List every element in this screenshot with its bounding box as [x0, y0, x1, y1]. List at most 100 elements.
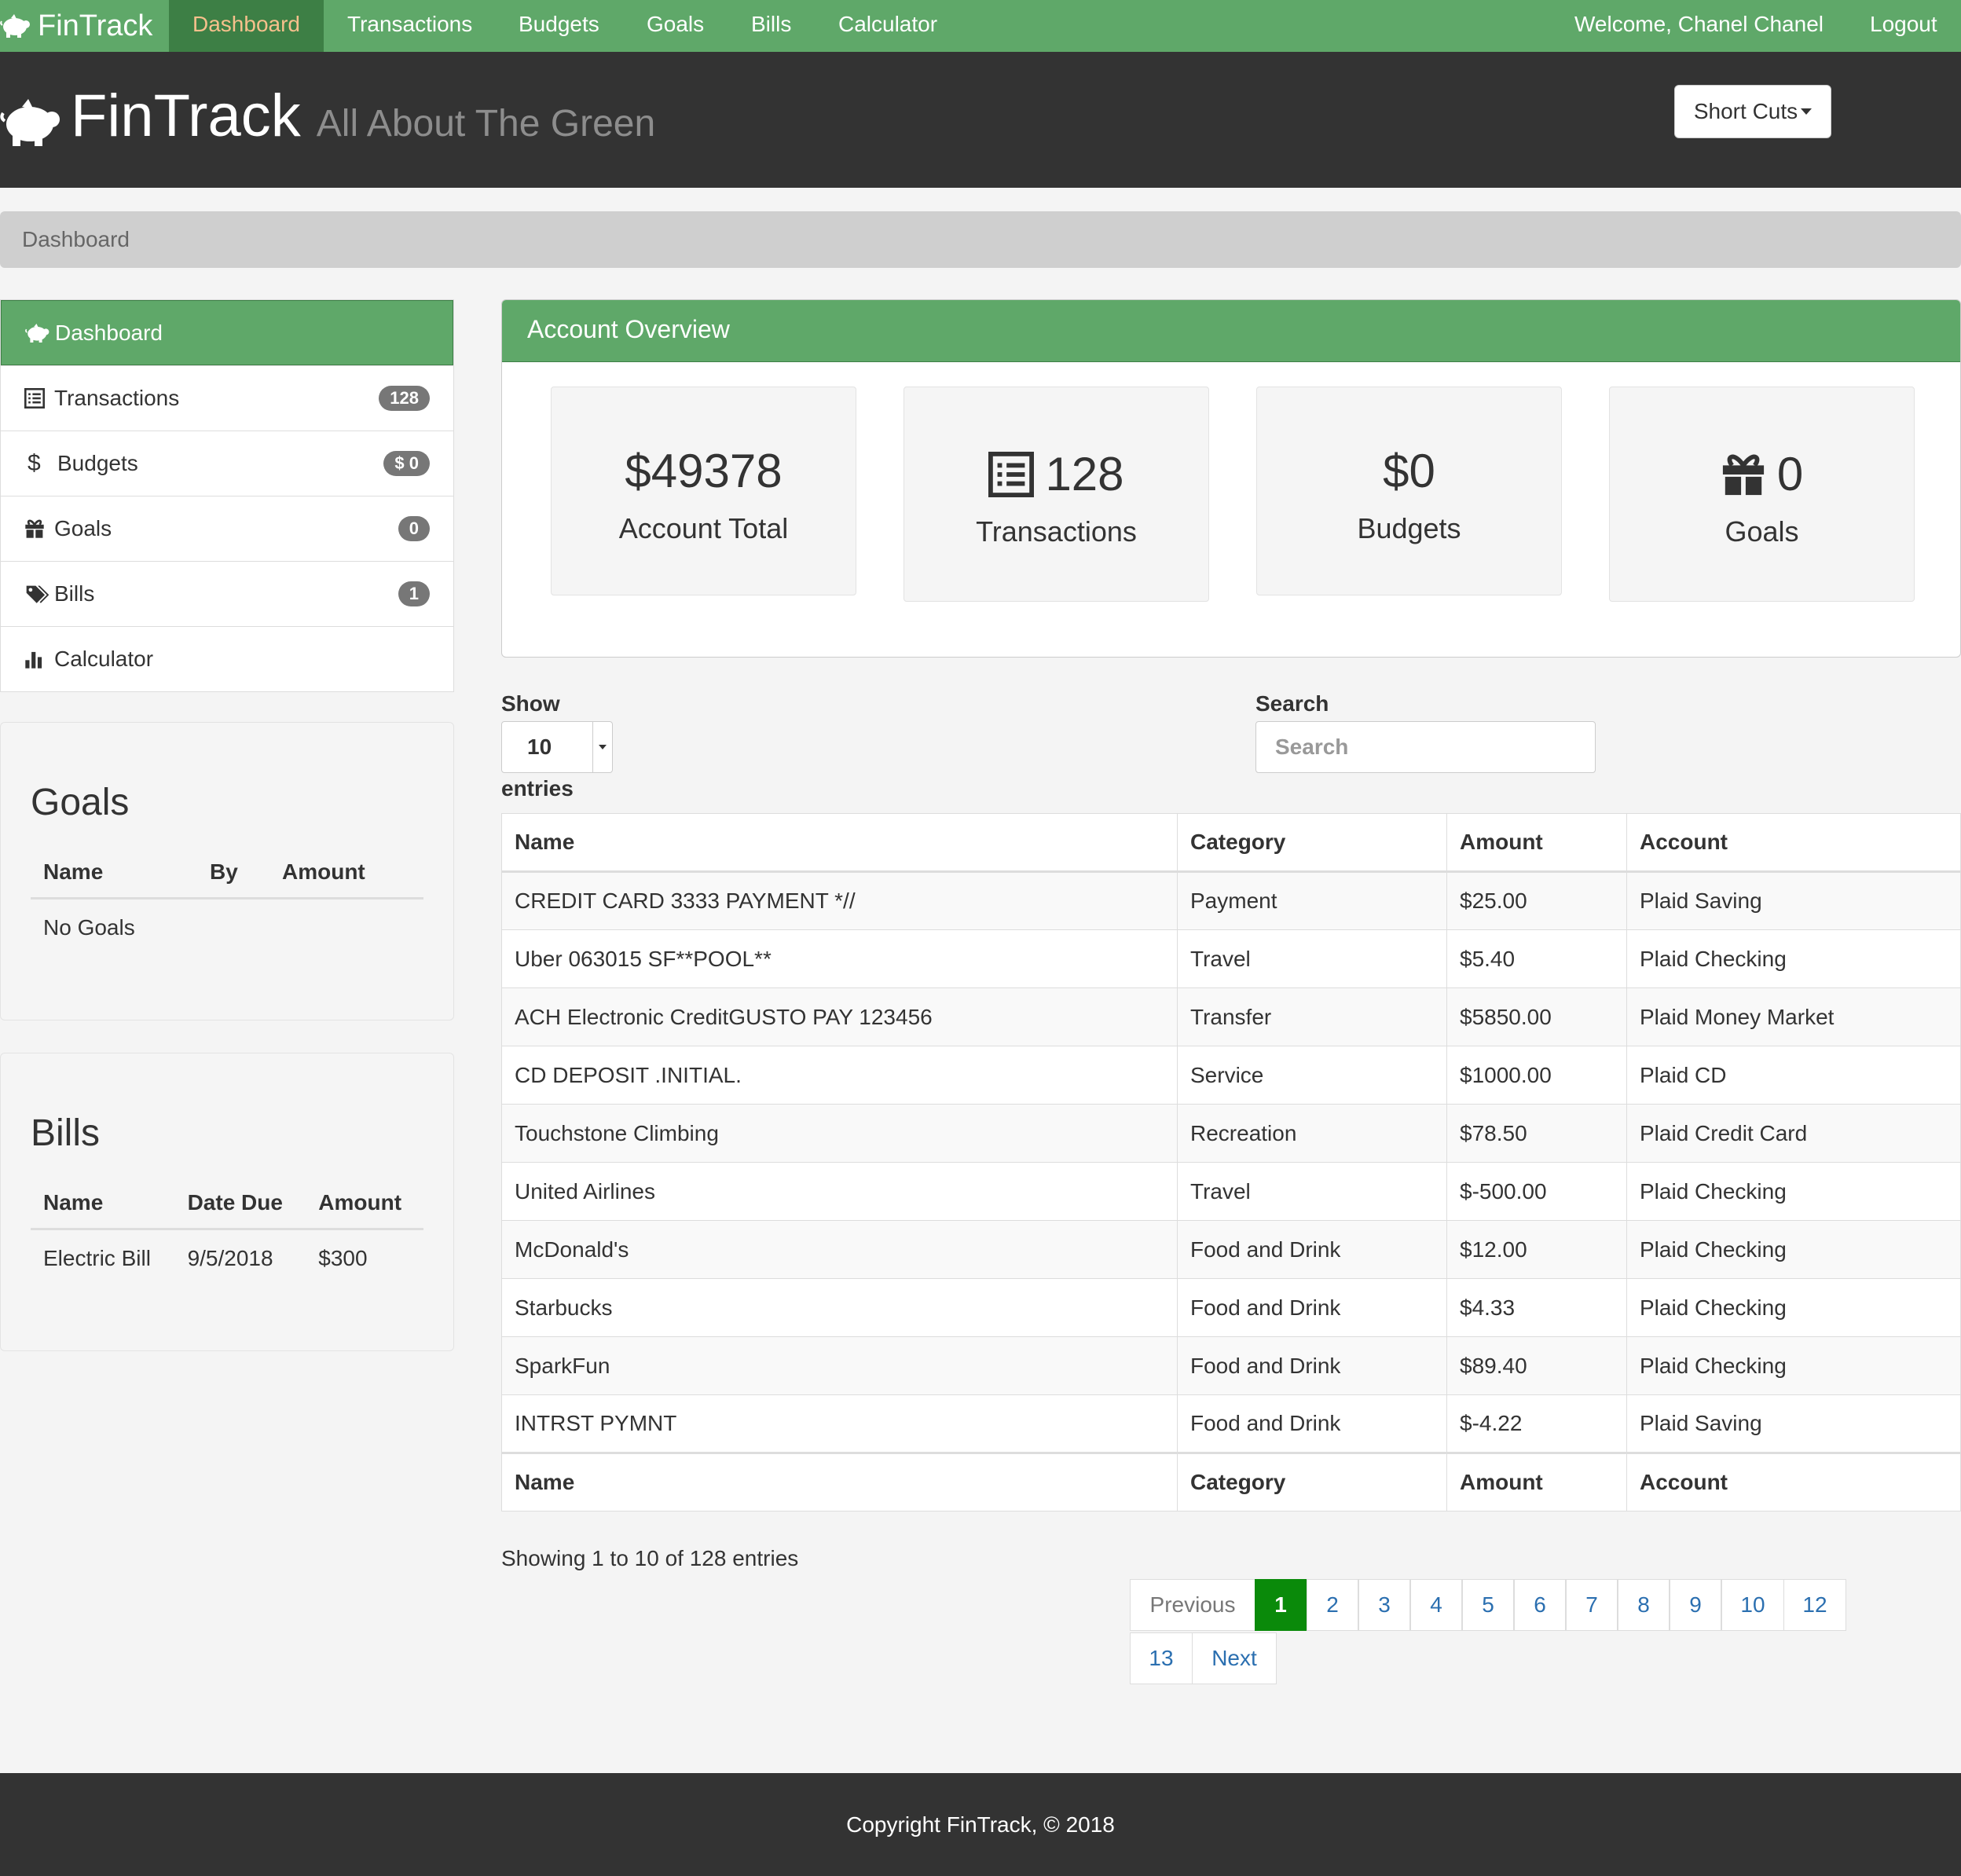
bills-panel: Bills Name Date Due Amount Electric Bill… — [0, 1053, 454, 1351]
cell-account: Plaid Money Market — [1626, 987, 1961, 1046]
pagination-page-6[interactable]: 6 — [1514, 1579, 1566, 1631]
sidebar-item-label: Goals — [54, 516, 112, 540]
search-input[interactable] — [1255, 721, 1596, 773]
pagination-page-3[interactable]: 3 — [1358, 1579, 1410, 1631]
bills-col-name: Name — [31, 1178, 175, 1230]
cell-name: Touchstone Climbing — [501, 1104, 1178, 1163]
transactions-card[interactable]: 128 Transactions — [904, 387, 1209, 602]
pagination-page-1[interactable]: 1 — [1255, 1579, 1307, 1631]
goals-table: Name By Amount No Goals — [31, 847, 423, 956]
cell-amount: $12.00 — [1446, 1220, 1627, 1279]
table-row[interactable]: Starbucks Food and Drink $4.33 Plaid Checki… — [501, 1278, 1961, 1337]
pagination-next[interactable]: Next — [1192, 1632, 1277, 1684]
sidebar-item-calculator[interactable]: Calculator — [1, 626, 453, 691]
pagination-page-4[interactable]: 4 — [1410, 1579, 1462, 1631]
chevron-down-icon — [592, 722, 612, 772]
footer: Copyright FinTrack, © 2018 — [0, 1773, 1961, 1876]
goals-card-value: 0 — [1610, 447, 1914, 501]
cell-account: Plaid Saving — [1626, 1394, 1961, 1453]
cell-name: McDonald's — [501, 1220, 1178, 1279]
pagination-page-10[interactable]: 10 — [1721, 1579, 1784, 1631]
show-label: Show — [501, 691, 560, 716]
table-row[interactable]: ACH Electronic CreditGUSTO PAY 123456 Tra… — [501, 987, 1961, 1046]
col-header-name[interactable]: Name — [501, 813, 1178, 873]
cell-name: Uber 063015 SF**POOL** — [501, 929, 1178, 988]
pagination-page-5[interactable]: 5 — [1462, 1579, 1514, 1631]
nav-dashboard[interactable]: Dashboard — [169, 0, 324, 52]
cell-name: CD DEPOSIT .INITIAL. — [501, 1046, 1178, 1105]
pagination-page-2[interactable]: 2 — [1307, 1579, 1358, 1631]
navbar-brand-name: FinTrack — [38, 9, 153, 42]
cell-account: Plaid Checking — [1626, 1162, 1961, 1221]
col-footer-name: Name — [501, 1452, 1178, 1511]
cell-amount: $25.00 — [1446, 871, 1627, 930]
cell-account: Plaid Credit Card — [1626, 1104, 1961, 1163]
cell-name: Starbucks — [501, 1278, 1178, 1337]
cell-category: Food and Drink — [1177, 1278, 1447, 1337]
sidebar-item-transactions[interactable]: Transactions 128 — [1, 365, 453, 431]
col-header-category[interactable]: Category — [1177, 813, 1447, 873]
budgets-card[interactable]: $0 Budgets — [1256, 387, 1562, 595]
table-row[interactable]: SparkFun Food and Drink $89.40 Plaid Checki… — [501, 1336, 1961, 1395]
list-alt-icon — [988, 452, 1034, 497]
nav-transactions[interactable]: Transactions — [324, 0, 496, 52]
goals-card[interactable]: 0 Goals — [1609, 387, 1915, 602]
shortcuts-dropdown-button[interactable]: Short Cuts — [1674, 85, 1831, 138]
nav-budgets[interactable]: Budgets — [495, 0, 623, 52]
goals-col-amount: Amount — [269, 847, 423, 900]
cell-category: Payment — [1177, 871, 1447, 930]
cell-account: Plaid CD — [1626, 1046, 1961, 1105]
sidebar-item-dashboard[interactable]: Dashboard — [1, 300, 453, 365]
table-row[interactable]: Uber 063015 SF**POOL** Travel $5.40 Plaid C… — [501, 929, 1961, 988]
table-row[interactable]: INTRST PYMNT Food and Drink $-4.22 Plaid Sa… — [501, 1394, 1961, 1453]
pagination-page-9[interactable]: 9 — [1670, 1579, 1721, 1631]
transactions-count-badge: 128 — [379, 386, 430, 411]
budgets-card-value: $0 — [1383, 445, 1435, 497]
account-total-card[interactable]: $49378 Account Total — [551, 387, 856, 595]
entries-select-value: 10 — [527, 735, 552, 759]
welcome-user[interactable]: Welcome, Chanel Chanel — [1551, 0, 1847, 52]
gift-icon — [1721, 452, 1766, 497]
navbar-brand[interactable]: FinTrack — [0, 0, 152, 52]
cell-amount: $5.40 — [1446, 929, 1627, 988]
table-row[interactable]: Touchstone Climbing Recreation $78.50 Plaid… — [501, 1104, 1961, 1163]
sidebar-item-budgets[interactable]: $ Budgets $ 0 — [1, 431, 453, 496]
cell-category: Recreation — [1177, 1104, 1447, 1163]
table-row[interactable]: CREDIT CARD 3333 PAYMENT *//Payment $25.0… — [501, 871, 1961, 930]
sidebar-menu: Dashboard Transactions 128 $ Budgets $ 0… — [0, 299, 454, 692]
pagination-page-12[interactable]: 12 — [1783, 1579, 1846, 1631]
dollar-icon: $ — [27, 450, 41, 476]
cell-account: Plaid Checking — [1626, 1220, 1961, 1279]
goals-badge: 0 — [398, 516, 430, 541]
logout-link[interactable]: Logout — [1846, 0, 1961, 52]
nav-goals[interactable]: Goals — [623, 0, 728, 52]
sidebar-item-label: Bills — [54, 581, 95, 606]
pagination-page-8[interactable]: 8 — [1618, 1579, 1670, 1631]
cell-category: Service — [1177, 1046, 1447, 1105]
pagination-page-7[interactable]: 7 — [1566, 1579, 1618, 1631]
breadcrumb[interactable]: Dashboard — [0, 211, 1961, 268]
bills-col-amount: Amount — [306, 1178, 423, 1230]
table-row[interactable]: United Airlines Travel $-500.00 Plaid Check… — [501, 1162, 1961, 1221]
bill-amount: $300 — [318, 1246, 368, 1270]
piggy-bank-icon — [25, 324, 53, 343]
account-total-label: Account Total — [618, 512, 789, 544]
entries-select[interactable]: 10 — [501, 721, 613, 773]
col-header-amount[interactable]: Amount — [1446, 813, 1627, 873]
cell-amount: $-4.22 — [1446, 1394, 1627, 1453]
col-header-account[interactable]: Account — [1626, 813, 1961, 873]
col-footer-category: Category — [1177, 1452, 1447, 1511]
pagination-previous[interactable]: Previous — [1130, 1579, 1255, 1631]
table-row[interactable]: McDonald's Food and Drink $12.00 Plaid Chec… — [501, 1220, 1961, 1279]
col-footer-account: Account — [1626, 1452, 1961, 1511]
nav-bills[interactable]: Bills — [728, 0, 815, 52]
cell-amount: $89.40 — [1446, 1336, 1627, 1395]
cell-name: ACH Electronic CreditGUSTO PAY 123456 — [501, 987, 1178, 1046]
pagination-page-13[interactable]: 13 — [1130, 1632, 1193, 1684]
nav-calculator[interactable]: Calculator — [815, 0, 961, 52]
goals-col-by: By — [197, 847, 269, 900]
sidebar-item-bills[interactable]: Bills 1 — [1, 561, 453, 626]
sidebar-item-goals[interactable]: Goals 0 — [1, 496, 453, 561]
cell-account: Plaid Checking — [1626, 1278, 1961, 1337]
table-row[interactable]: CD DEPOSIT .INITIAL. Service $1000.00 Plaid… — [501, 1046, 1961, 1105]
